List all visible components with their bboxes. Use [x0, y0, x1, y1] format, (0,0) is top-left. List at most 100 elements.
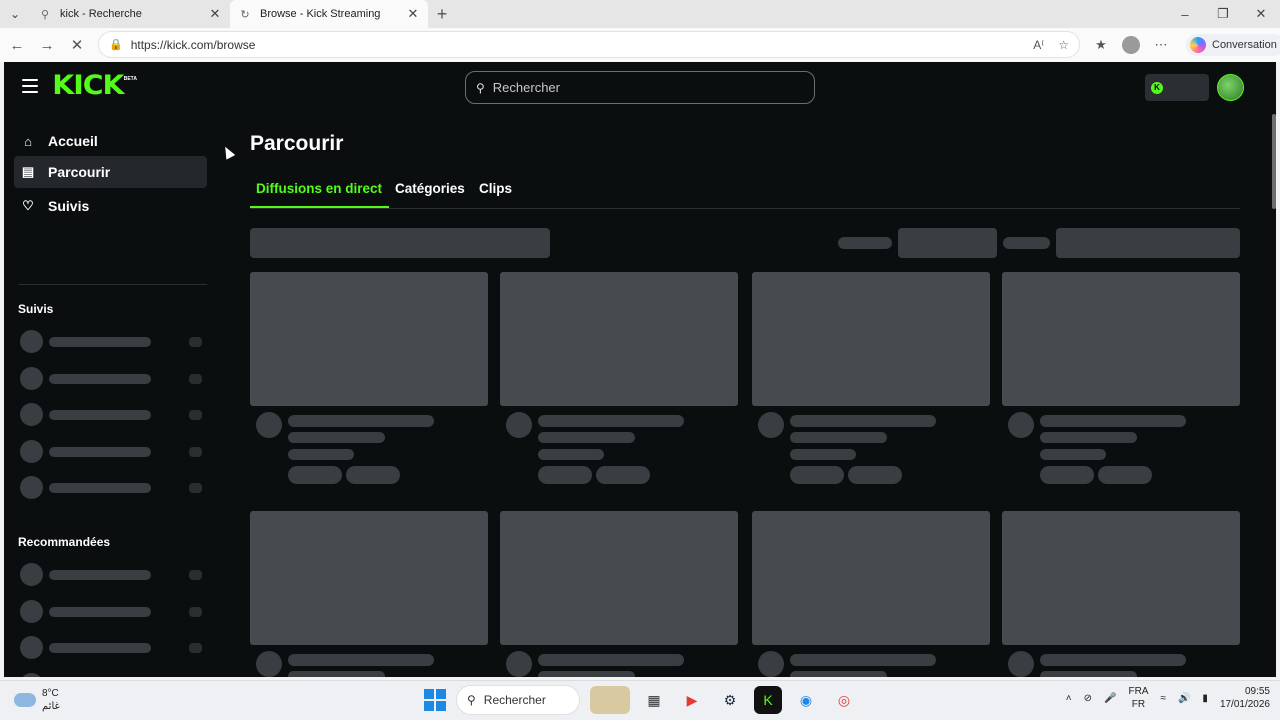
browser-tab-search[interactable]: ⚲ kick - Recherche ✕ — [30, 0, 230, 28]
stream-card-skeleton — [250, 272, 488, 497]
volume-icon[interactable]: 🔊 — [1178, 693, 1190, 704]
url-text[interactable]: https://kick.com/browse — [131, 38, 1034, 52]
sidebar-item-browse[interactable]: ▤ Parcourir — [14, 156, 207, 188]
profile-icon[interactable] — [1120, 34, 1142, 56]
copilot-label: Conversation — [1212, 39, 1277, 51]
tab-live-streams[interactable]: Diffusions en direct — [256, 181, 382, 196]
search-icon: ⚲ — [40, 8, 50, 21]
favorites-icon[interactable]: ★ — [1090, 34, 1112, 56]
logo-text: KICK — [52, 70, 124, 101]
heart-icon: ♡ — [22, 198, 34, 213]
taskbar-search[interactable]: ⚲ Rechercher — [456, 685, 580, 715]
address-bar-row: ← → ✕ 🔒 https://kick.com/browse A⁽ ☆ ★ ⋯… — [0, 28, 1280, 62]
steam-icon[interactable]: ⚙ — [716, 686, 744, 714]
recommended-skeleton-row — [18, 636, 207, 660]
taskbar-apps: ⚲ Rechercher ▦ ▶ ⚙ K ◉ ◎ — [424, 685, 858, 715]
user-avatar[interactable] — [1217, 74, 1244, 101]
kick-app-icon[interactable]: K — [754, 686, 782, 714]
following-skeleton-row — [18, 440, 207, 464]
camera-off-icon[interactable]: ⊘ — [1084, 693, 1092, 704]
chrome-icon[interactable]: ◎ — [830, 686, 858, 714]
search-icon: ⚲ — [467, 693, 476, 707]
language-indicator[interactable]: FRA FR — [1128, 685, 1148, 711]
recommended-skeleton-row — [18, 600, 207, 624]
kick-page: KICK BETA ⚲ Rechercher K ⌂ Accueil ▤ Par… — [4, 62, 1276, 677]
windows-start-icon[interactable] — [424, 689, 446, 711]
following-skeleton-row — [18, 367, 207, 391]
stream-card-skeleton — [1002, 272, 1240, 497]
loading-icon: ↻ — [240, 8, 250, 21]
site-info-icon[interactable]: 🔒 — [109, 38, 123, 51]
active-tab-indicator — [250, 206, 389, 208]
stream-card-skeleton — [250, 511, 488, 677]
browser-toolbar: ★ ⋯ Conversation — [1090, 28, 1280, 62]
copilot-button[interactable]: Conversation — [1186, 34, 1280, 56]
top-navbar: KICK BETA ⚲ Rechercher K — [4, 62, 1276, 114]
stop-loading-button[interactable]: ✕ — [62, 30, 92, 60]
stream-card-skeleton — [752, 272, 990, 497]
edge-icon[interactable]: ◉ — [792, 686, 820, 714]
following-heading: Suivis — [18, 302, 54, 316]
beta-badge: BETA — [123, 76, 137, 82]
close-tab-icon[interactable]: ✕ — [406, 6, 420, 22]
menu-hamburger-icon[interactable] — [22, 79, 38, 93]
scrollbar[interactable] — [1272, 114, 1276, 209]
lang-code: FRA — [1128, 686, 1149, 697]
forward-button[interactable]: → — [32, 30, 62, 60]
copilot-icon — [1190, 37, 1206, 53]
tab-clips[interactable]: Clips — [479, 181, 512, 196]
windows-taskbar: 8°C غائم ⚲ Rechercher ▦ ▶ ⚙ K ◉ ◎ ˄ ⊘ 🎤 … — [0, 680, 1280, 720]
mouse-cursor-icon — [220, 144, 236, 160]
close-window-icon[interactable]: ✕ — [1242, 0, 1280, 28]
file-explorer-icon[interactable]: ▦ — [640, 686, 668, 714]
clock[interactable]: 09:55 17/01/2026 — [1220, 685, 1270, 711]
sidebar-item-label: Suivis — [48, 198, 90, 214]
minimize-icon[interactable]: – — [1166, 0, 1204, 28]
tab-actions-chevron-icon[interactable]: ⌄ — [0, 0, 30, 28]
weather-desc: غائم — [42, 701, 60, 712]
youtube-icon[interactable]: ▶ — [678, 686, 706, 714]
taskbar-search-label: Rechercher — [483, 693, 546, 707]
following-skeleton-row — [18, 330, 207, 354]
read-aloud-icon[interactable]: A⁽ — [1033, 38, 1044, 52]
tab-categories[interactable]: Catégories — [395, 181, 465, 196]
address-bar[interactable]: 🔒 https://kick.com/browse A⁽ ☆ — [98, 31, 1080, 58]
search-placeholder: Rechercher — [492, 80, 560, 95]
new-tab-button[interactable]: + — [428, 0, 456, 28]
window-controls: – ❐ ✕ — [1166, 0, 1280, 28]
search-icon: ⚲ — [476, 80, 485, 95]
sidebar-item-home[interactable]: ⌂ Accueil — [14, 125, 207, 157]
kick-logo[interactable]: KICK BETA — [52, 70, 137, 101]
favorite-star-icon[interactable]: ☆ — [1058, 38, 1069, 52]
microphone-icon[interactable]: 🎤 — [1104, 693, 1116, 704]
temperature: 8°C — [42, 688, 59, 699]
filter-skeleton — [898, 228, 997, 258]
filter-skeleton — [1056, 228, 1240, 258]
browse-tabs: Diffusions en direct Catégories Clips — [250, 175, 1240, 209]
weather-widget[interactable]: 8°C غائم — [14, 687, 60, 713]
cloud-icon — [14, 693, 36, 707]
battery-icon[interactable]: ▮ — [1202, 693, 1208, 704]
browse-icon: ▤ — [21, 164, 35, 179]
stream-card-skeleton — [1002, 511, 1240, 677]
stream-card-skeleton — [752, 511, 990, 677]
home-icon: ⌂ — [24, 133, 32, 149]
close-tab-icon[interactable]: ✕ — [208, 6, 222, 22]
browser-tab-kick[interactable]: ↻ Browse - Kick Streaming ✕ — [230, 0, 428, 28]
page-title: Parcourir — [250, 132, 344, 155]
restore-icon[interactable]: ❐ — [1204, 0, 1242, 28]
more-options-icon[interactable]: ⋯ — [1150, 34, 1172, 56]
kicks-wallet-button[interactable]: K — [1145, 74, 1209, 101]
sidebar-item-following[interactable]: ♡ Suivis — [14, 190, 207, 222]
wifi-icon[interactable]: ≈ — [1160, 693, 1166, 704]
search-input[interactable]: ⚲ Rechercher — [465, 71, 815, 104]
keyboard-code: FR — [1131, 699, 1146, 710]
back-button[interactable]: ← — [2, 30, 32, 60]
filter-skeleton — [838, 237, 892, 249]
following-skeleton-row — [18, 476, 207, 500]
tray-chevron-icon[interactable]: ˄ — [1066, 693, 1072, 704]
widget-image-icon[interactable] — [590, 686, 630, 714]
tab-title: Browse - Kick Streaming — [260, 8, 381, 20]
stream-card-skeleton — [500, 272, 738, 497]
following-skeleton-row — [18, 403, 207, 427]
